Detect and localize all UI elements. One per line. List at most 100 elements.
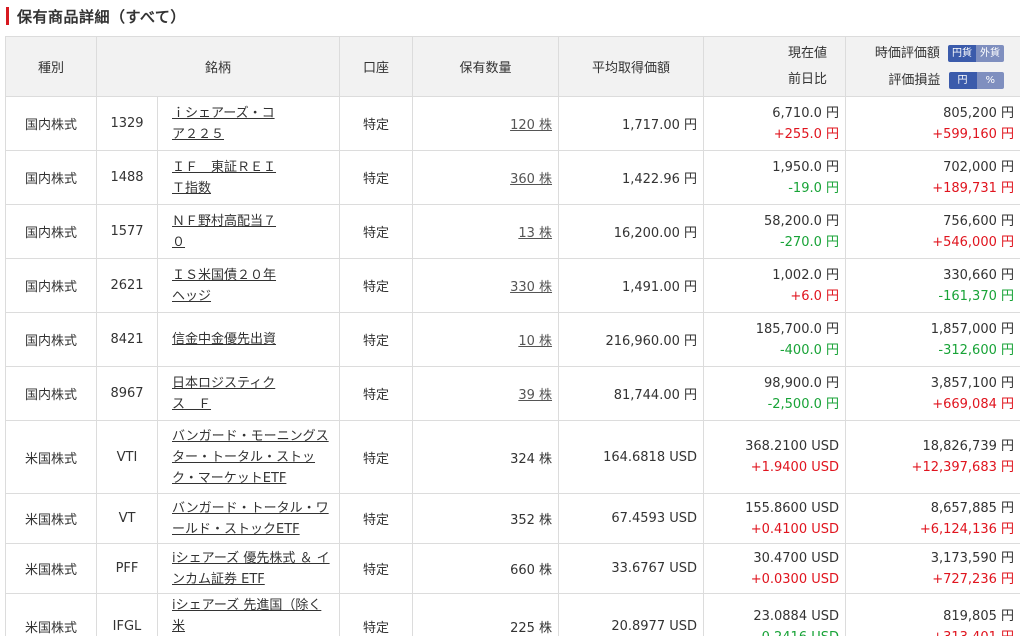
security-name-link[interactable]: ＩＦ 東証ＲＥＩＴ指数 <box>172 157 333 199</box>
table-row: 国内株式8421信金中金優先出資特定10 株216,960.00 円185,70… <box>6 313 1021 367</box>
page-title-bar: 保有商品詳細（すべて） <box>6 4 186 28</box>
value-currency-toggle: 円貨 外貨 <box>948 45 1004 62</box>
cell-code: 8421 <box>97 313 158 367</box>
current-price: 1,950.0 円 <box>705 157 839 178</box>
security-name-line: ク・マーケットETF <box>172 468 333 489</box>
cell-account: 特定 <box>340 205 413 259</box>
header-avg-cost: 平均取得価額 <box>559 37 704 97</box>
cell-price-change: 58,200.0 円-270.0 円 <box>704 205 846 259</box>
security-name-link[interactable]: バンガード・トータル・ワールド・ストックETF <box>172 498 333 540</box>
quantity-link[interactable]: 330 株 <box>510 280 552 295</box>
prev-day-change: +255.0 円 <box>705 124 839 145</box>
valuation-pnl: +599,160 円 <box>847 124 1014 145</box>
table-header-row: 種別 銘柄 口座 保有数量 平均取得価額 現在値 前日比 時価評価額 円貨 外貨 <box>6 37 1021 97</box>
cell-type: 米国株式 <box>6 421 97 494</box>
current-price: 6,710.0 円 <box>705 103 839 124</box>
quantity-value: 660 株 <box>510 563 552 578</box>
cell-account: 特定 <box>340 97 413 151</box>
holdings-table-body: 国内株式1329ｉシェアーズ・コア２２５特定120 株1,717.00 円6,7… <box>6 97 1021 636</box>
table-row: 米国株式PFFiシェアーズ 優先株式 ＆ インカム証券 ETF特定660 株33… <box>6 544 1021 594</box>
security-name-line: iシェアーズ 優先株式 ＆ イ <box>172 548 333 569</box>
valuation-pnl: -312,600 円 <box>847 340 1014 361</box>
quantity-link[interactable]: 120 株 <box>510 118 552 133</box>
cell-avg-cost: 81,744.00 円 <box>559 367 704 421</box>
security-name-link[interactable]: 日本ロジスティクス Ｆ <box>172 373 333 415</box>
cell-type: 国内株式 <box>6 151 97 205</box>
cell-code: 8967 <box>97 367 158 421</box>
prev-day-change: -270.0 円 <box>705 232 839 253</box>
security-name-line: ヘッジ <box>172 286 333 307</box>
toggle-foreign-currency[interactable]: 外貨 <box>976 45 1004 62</box>
table-row: 国内株式1329ｉシェアーズ・コア２２５特定120 株1,717.00 円6,7… <box>6 97 1021 151</box>
table-row: 米国株式IFGLiシェアーズ 先進国（除く米国） REIT ETF特定225 株… <box>6 594 1021 636</box>
cell-type: 国内株式 <box>6 313 97 367</box>
cell-name: ｉシェアーズ・コア２２５ <box>158 97 340 151</box>
current-price: 155.8600 USD <box>705 498 839 519</box>
cell-code: VTI <box>97 421 158 494</box>
cell-name: ＩＦ 東証ＲＥＩＴ指数 <box>158 151 340 205</box>
cell-name: 日本ロジスティクス Ｆ <box>158 367 340 421</box>
header-value-pnl: 時価評価額 円貨 外貨 評価損益 円 % <box>846 37 1020 97</box>
header-pnl: 評価損益 <box>888 73 940 88</box>
header-market-value-line: 時価評価額 円貨 外貨 <box>847 40 1004 67</box>
security-name-link[interactable]: 信金中金優先出資 <box>172 329 333 350</box>
market-value: 756,600 円 <box>847 211 1014 232</box>
toggle-yen[interactable]: 円 <box>949 72 977 89</box>
cell-value-pnl: 18,826,739 円+12,397,683 円 <box>846 421 1020 494</box>
header-market-value: 時価評価額 <box>875 46 940 61</box>
header-pnl-line: 評価損益 円 % <box>847 67 1004 94</box>
prev-day-change: -2,500.0 円 <box>705 394 839 415</box>
cell-value-pnl: 8,657,885 円+6,124,136 円 <box>846 494 1020 544</box>
cell-value-pnl: 3,173,590 円+727,236 円 <box>846 544 1020 594</box>
current-price: 23.0884 USD <box>705 606 839 627</box>
table-row: 国内株式1488ＩＦ 東証ＲＥＩＴ指数特定360 株1,422.96 円1,95… <box>6 151 1021 205</box>
prev-day-change: +1.9400 USD <box>705 457 839 478</box>
market-value: 805,200 円 <box>847 103 1014 124</box>
security-name-link[interactable]: iシェアーズ 優先株式 ＆ インカム証券 ETF <box>172 548 333 590</box>
cell-quantity: 39 株 <box>413 367 559 421</box>
security-name-line: ＩＦ 東証ＲＥＩ <box>172 157 333 178</box>
security-name-line: ア２２５ <box>172 124 333 145</box>
header-name: 銘柄 <box>97 37 340 97</box>
holdings-table: 種別 銘柄 口座 保有数量 平均取得価額 現在値 前日比 時価評価額 円貨 外貨 <box>5 36 1020 636</box>
current-price: 185,700.0 円 <box>705 319 839 340</box>
current-price: 368.2100 USD <box>705 436 839 457</box>
cell-account: 特定 <box>340 313 413 367</box>
security-name-line: ンカム証券 ETF <box>172 569 333 590</box>
security-name-line: ールド・ストックETF <box>172 519 333 540</box>
cell-value-pnl: 3,857,100 円+669,084 円 <box>846 367 1020 421</box>
prev-day-change: -0.2416 USD <box>705 627 839 636</box>
cell-quantity: 660 株 <box>413 544 559 594</box>
valuation-pnl: +546,000 円 <box>847 232 1014 253</box>
market-value: 1,857,000 円 <box>847 319 1014 340</box>
quantity-link[interactable]: 13 株 <box>518 226 552 241</box>
cell-code: 1488 <box>97 151 158 205</box>
cell-value-pnl: 702,000 円+189,731 円 <box>846 151 1020 205</box>
cell-value-pnl: 1,857,000 円-312,600 円 <box>846 313 1020 367</box>
quantity-link[interactable]: 39 株 <box>518 388 552 403</box>
toggle-percent[interactable]: % <box>977 72 1005 89</box>
security-name-line: ０ <box>172 232 333 253</box>
security-name-link[interactable]: ｉシェアーズ・コア２２５ <box>172 103 333 145</box>
cell-name: iシェアーズ 先進国（除く米国） REIT ETF <box>158 594 340 636</box>
cell-name: iシェアーズ 優先株式 ＆ インカム証券 ETF <box>158 544 340 594</box>
market-value: 18,826,739 円 <box>847 436 1014 457</box>
cell-code: 2621 <box>97 259 158 313</box>
cell-account: 特定 <box>340 367 413 421</box>
toggle-yen-currency[interactable]: 円貨 <box>948 45 976 62</box>
prev-day-change: +0.4100 USD <box>705 519 839 540</box>
security-name-link[interactable]: iシェアーズ 先進国（除く米国） REIT ETF <box>172 595 333 636</box>
valuation-pnl: +189,731 円 <box>847 178 1014 199</box>
security-name-link[interactable]: ＩＳ米国債２０年ヘッジ <box>172 265 333 307</box>
quantity-link[interactable]: 10 株 <box>518 334 552 349</box>
cell-name: バンガード・モーニングスター・トータル・ストック・マーケットETF <box>158 421 340 494</box>
cell-avg-cost: 20.8977 USD <box>559 594 704 636</box>
security-name-link[interactable]: バンガード・モーニングスター・トータル・ストック・マーケットETF <box>172 426 333 489</box>
quantity-link[interactable]: 360 株 <box>510 172 552 187</box>
cell-name: ＩＳ米国債２０年ヘッジ <box>158 259 340 313</box>
table-row: 国内株式1577ＮＦ野村高配当７０特定13 株16,200.00 円58,200… <box>6 205 1021 259</box>
security-name-line: 日本ロジスティク <box>172 373 333 394</box>
security-name-link[interactable]: ＮＦ野村高配当７０ <box>172 211 333 253</box>
valuation-pnl: -161,370 円 <box>847 286 1014 307</box>
cell-price-change: 6,710.0 円+255.0 円 <box>704 97 846 151</box>
